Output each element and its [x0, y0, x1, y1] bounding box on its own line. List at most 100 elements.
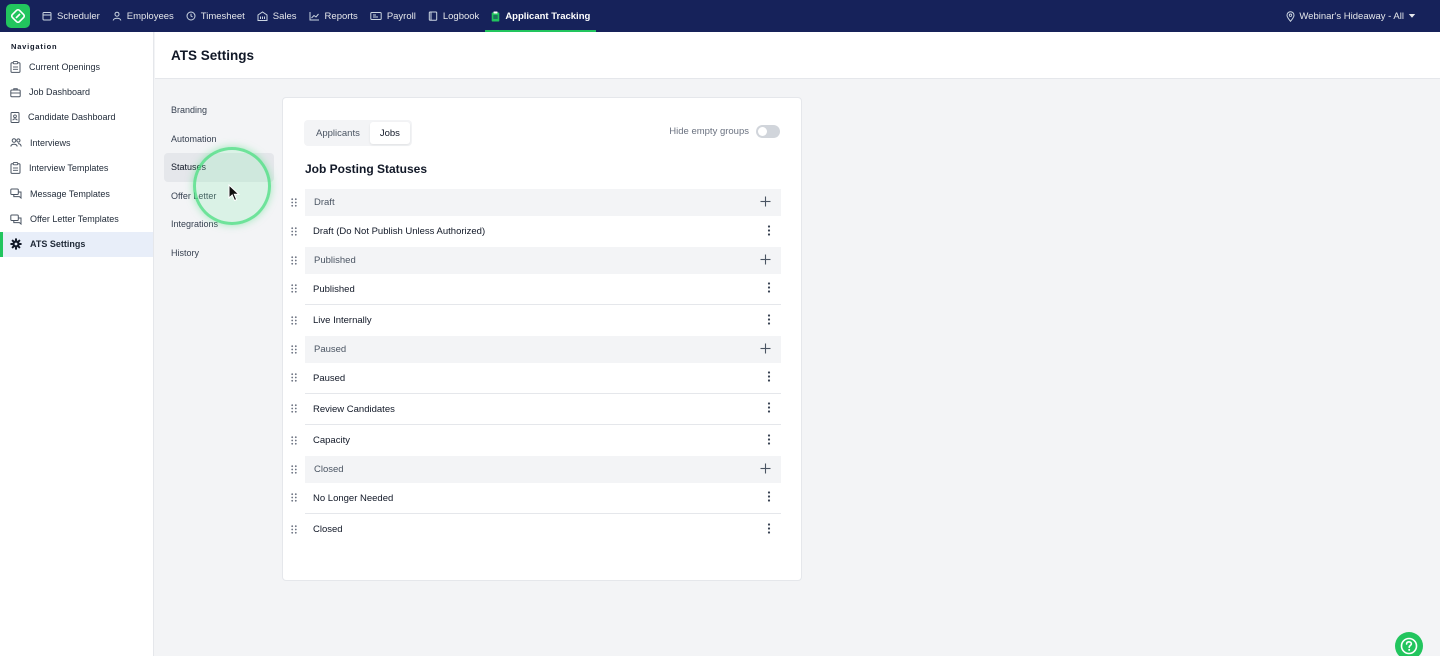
status-label: Capacity [313, 435, 350, 446]
status-row[interactable]: Draft (Do Not Publish Unless Authorized) [291, 216, 781, 247]
topnav-employees[interactable]: Employees [106, 0, 180, 32]
status-label: Review Candidates [313, 403, 395, 415]
people-icon [10, 138, 22, 148]
add-status-icon[interactable] [760, 461, 771, 479]
sidebar-item-message-templates[interactable]: Message Templates [0, 181, 153, 206]
status-group-label: Closed [314, 464, 344, 475]
help-icon [1400, 637, 1418, 655]
drag-handle-icon[interactable] [291, 489, 297, 507]
status-group-row[interactable]: Closed [291, 456, 781, 483]
clipboard-icon [10, 60, 21, 73]
status-label: Live Internally [313, 315, 372, 326]
drag-handle-icon[interactable] [291, 280, 297, 298]
sidebar-item-label: Candidate Dashboard [28, 112, 116, 123]
drag-handle-icon[interactable] [291, 312, 297, 330]
sidebar-item-label: Message Templates [30, 188, 110, 199]
drag-handle-icon[interactable] [291, 252, 297, 270]
topnav-applicant-tracking[interactable]: Applicant Tracking [485, 0, 597, 32]
status-row[interactable]: Closed [291, 514, 781, 545]
topnav-label: Scheduler [57, 10, 100, 22]
tab-jobs[interactable]: Jobs [369, 122, 410, 144]
drag-handle-icon[interactable] [291, 194, 297, 212]
status-row[interactable]: Capacity [291, 425, 781, 456]
status-group-row[interactable]: Published [291, 247, 781, 274]
more-options-icon[interactable] [767, 521, 771, 539]
drag-handle-icon[interactable] [291, 341, 297, 359]
top-nav: Scheduler Employees Timesheet Sales Repo… [36, 0, 597, 32]
status-group-row[interactable]: Paused [291, 336, 781, 363]
sidebar-item-interviews[interactable]: Interviews [0, 130, 153, 155]
sidebar-item-offer-letter-templates[interactable]: Offer Letter Templates [0, 206, 153, 231]
payroll-icon [370, 12, 382, 20]
topnav-payroll[interactable]: Payroll [364, 0, 422, 32]
hide-empty-label: Hide empty groups [669, 126, 749, 137]
status-group-label: Paused [314, 344, 347, 355]
clipboard-icon [492, 11, 500, 21]
more-options-icon[interactable] [767, 312, 771, 330]
drag-handle-icon[interactable] [291, 369, 297, 387]
sidebar-heading: Navigation [11, 42, 58, 51]
topnav-sales[interactable]: Sales [251, 0, 303, 32]
chart-icon [309, 12, 319, 21]
building-icon [257, 11, 268, 21]
person-icon [112, 11, 122, 21]
location-selector[interactable]: Webinar's Hideaway - All [1282, 0, 1420, 32]
sidebar-item-ats-settings[interactable]: ATS Settings [0, 231, 153, 258]
mouse-cursor-icon [228, 184, 240, 202]
status-group-row[interactable]: Draft [291, 189, 781, 216]
more-options-icon[interactable] [767, 223, 771, 241]
add-status-icon[interactable] [760, 252, 771, 270]
more-options-icon[interactable] [767, 400, 771, 418]
clipboard-icon [10, 162, 21, 175]
more-options-icon[interactable] [767, 280, 771, 298]
sidebar-item-job-dashboard[interactable]: Job Dashboard [0, 79, 153, 104]
tab-applicants[interactable]: Applicants [306, 122, 370, 144]
messages-icon [10, 188, 22, 200]
more-options-icon[interactable] [767, 369, 771, 387]
topnav-label: Reports [324, 10, 358, 22]
status-label: Paused [313, 372, 346, 384]
topnav-label: Logbook [442, 10, 480, 22]
sidebar-item-label: Interviews [30, 137, 71, 148]
status-row[interactable]: Live Internally [291, 305, 781, 336]
logo-icon [10, 8, 26, 24]
status-row[interactable]: Paused [291, 363, 781, 394]
drag-handle-icon[interactable] [291, 521, 297, 539]
status-label: Draft (Do Not Publish Unless Authorized) [313, 226, 486, 237]
app-logo[interactable] [6, 4, 30, 28]
add-status-icon[interactable] [760, 194, 771, 212]
more-options-icon[interactable] [767, 432, 771, 450]
drag-handle-icon[interactable] [291, 432, 297, 450]
topnav-logbook[interactable]: Logbook [422, 0, 485, 32]
status-row[interactable]: No Longer Needed [291, 483, 781, 514]
add-status-icon[interactable] [760, 341, 771, 359]
briefcase-icon [10, 87, 21, 97]
drag-handle-icon[interactable] [291, 461, 297, 479]
subnav-branding[interactable]: Branding [164, 96, 274, 125]
drag-handle-icon[interactable] [291, 400, 297, 418]
status-group-label: Draft [314, 197, 335, 208]
sidebar-item-current-openings[interactable]: Current Openings [0, 54, 153, 79]
status-label: No Longer Needed [313, 492, 394, 504]
top-navbar: Scheduler Employees Timesheet Sales Repo… [0, 0, 1440, 32]
topnav-scheduler[interactable]: Scheduler [36, 0, 106, 32]
topnav-label: Payroll [386, 10, 416, 22]
help-button[interactable] [1395, 632, 1423, 656]
badge-icon [10, 112, 20, 124]
more-options-icon[interactable] [767, 489, 771, 507]
type-tabs: Applicants Jobs [304, 120, 412, 146]
location-label: Webinar's Hideaway - All [1299, 10, 1404, 22]
drag-handle-icon[interactable] [291, 223, 297, 241]
sidebar-item-interview-templates[interactable]: Interview Templates [0, 156, 153, 181]
page-title: ATS Settings [171, 47, 255, 63]
status-row[interactable]: Published [291, 274, 781, 305]
sidebar: Navigation Current Openings Job Dashboar… [0, 32, 154, 656]
subnav-history[interactable]: History [164, 239, 274, 268]
hide-empty-toggle[interactable] [756, 125, 780, 138]
topnav-timesheet[interactable]: Timesheet [180, 0, 251, 32]
status-label: Published [313, 283, 355, 295]
topnav-reports[interactable]: Reports [303, 0, 364, 32]
status-row[interactable]: Review Candidates [291, 394, 781, 425]
topnav-label: Employees [126, 10, 174, 22]
sidebar-item-candidate-dashboard[interactable]: Candidate Dashboard [0, 105, 153, 130]
